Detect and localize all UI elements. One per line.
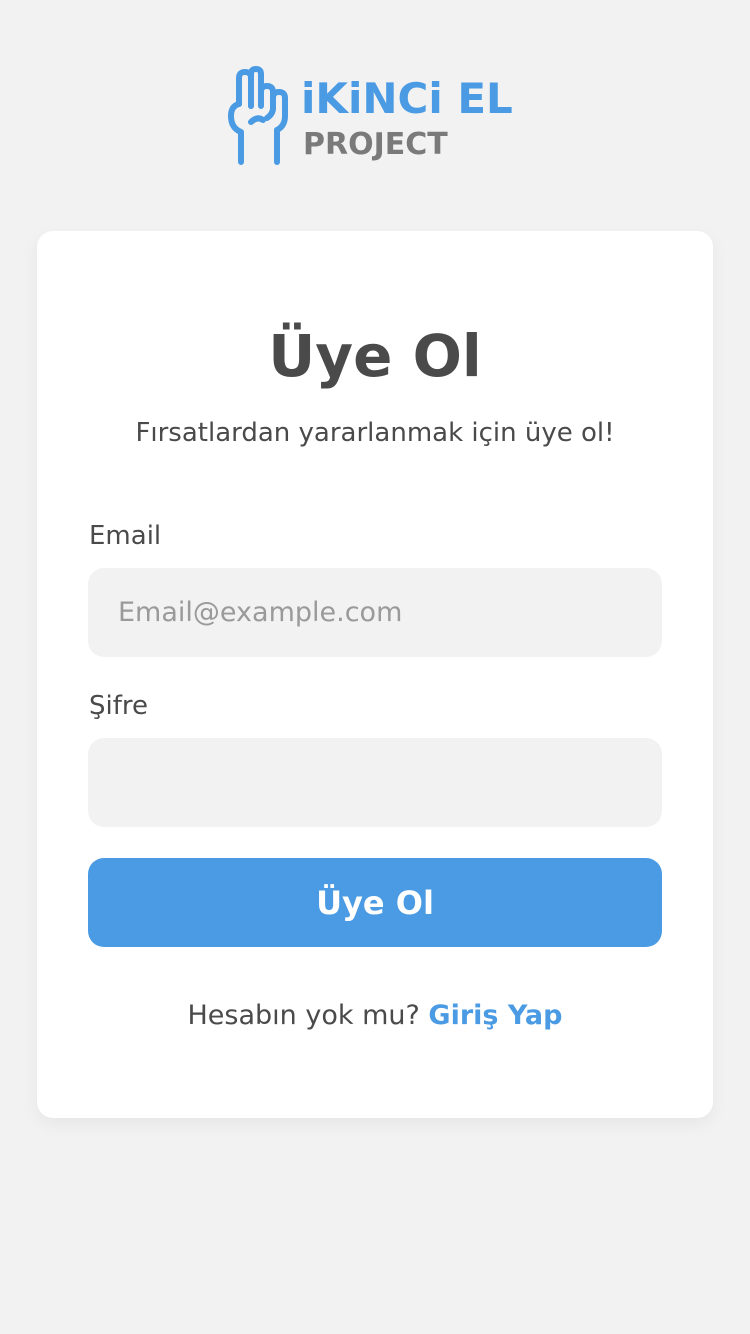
page-subtitle: Fırsatlardan yararlanmak için üye ol!: [135, 418, 615, 448]
login-prompt: Hesabın yok mu? Giriş Yap: [37, 997, 713, 1035]
email-label: Email: [89, 521, 162, 551]
password-label: Şifre: [89, 691, 148, 721]
login-prompt-text: Hesabın yok mu?: [187, 1000, 429, 1031]
email-field[interactable]: [88, 568, 662, 657]
password-field[interactable]: [88, 738, 662, 827]
login-link[interactable]: Giriş Yap: [428, 1000, 562, 1031]
page-title: Üye Ol: [268, 322, 482, 390]
signup-button[interactable]: Üye Ol: [88, 858, 662, 947]
hand-two-fingers-icon: [228, 66, 288, 165]
logo-title: iKiNCi EL: [301, 74, 513, 123]
brand-logo: iKiNCi EL PROJECT: [227, 66, 527, 166]
logo-subtitle: PROJECT: [303, 127, 448, 162]
signup-card: Üye Ol Fırsatlardan yararlanmak için üye…: [37, 231, 713, 1118]
